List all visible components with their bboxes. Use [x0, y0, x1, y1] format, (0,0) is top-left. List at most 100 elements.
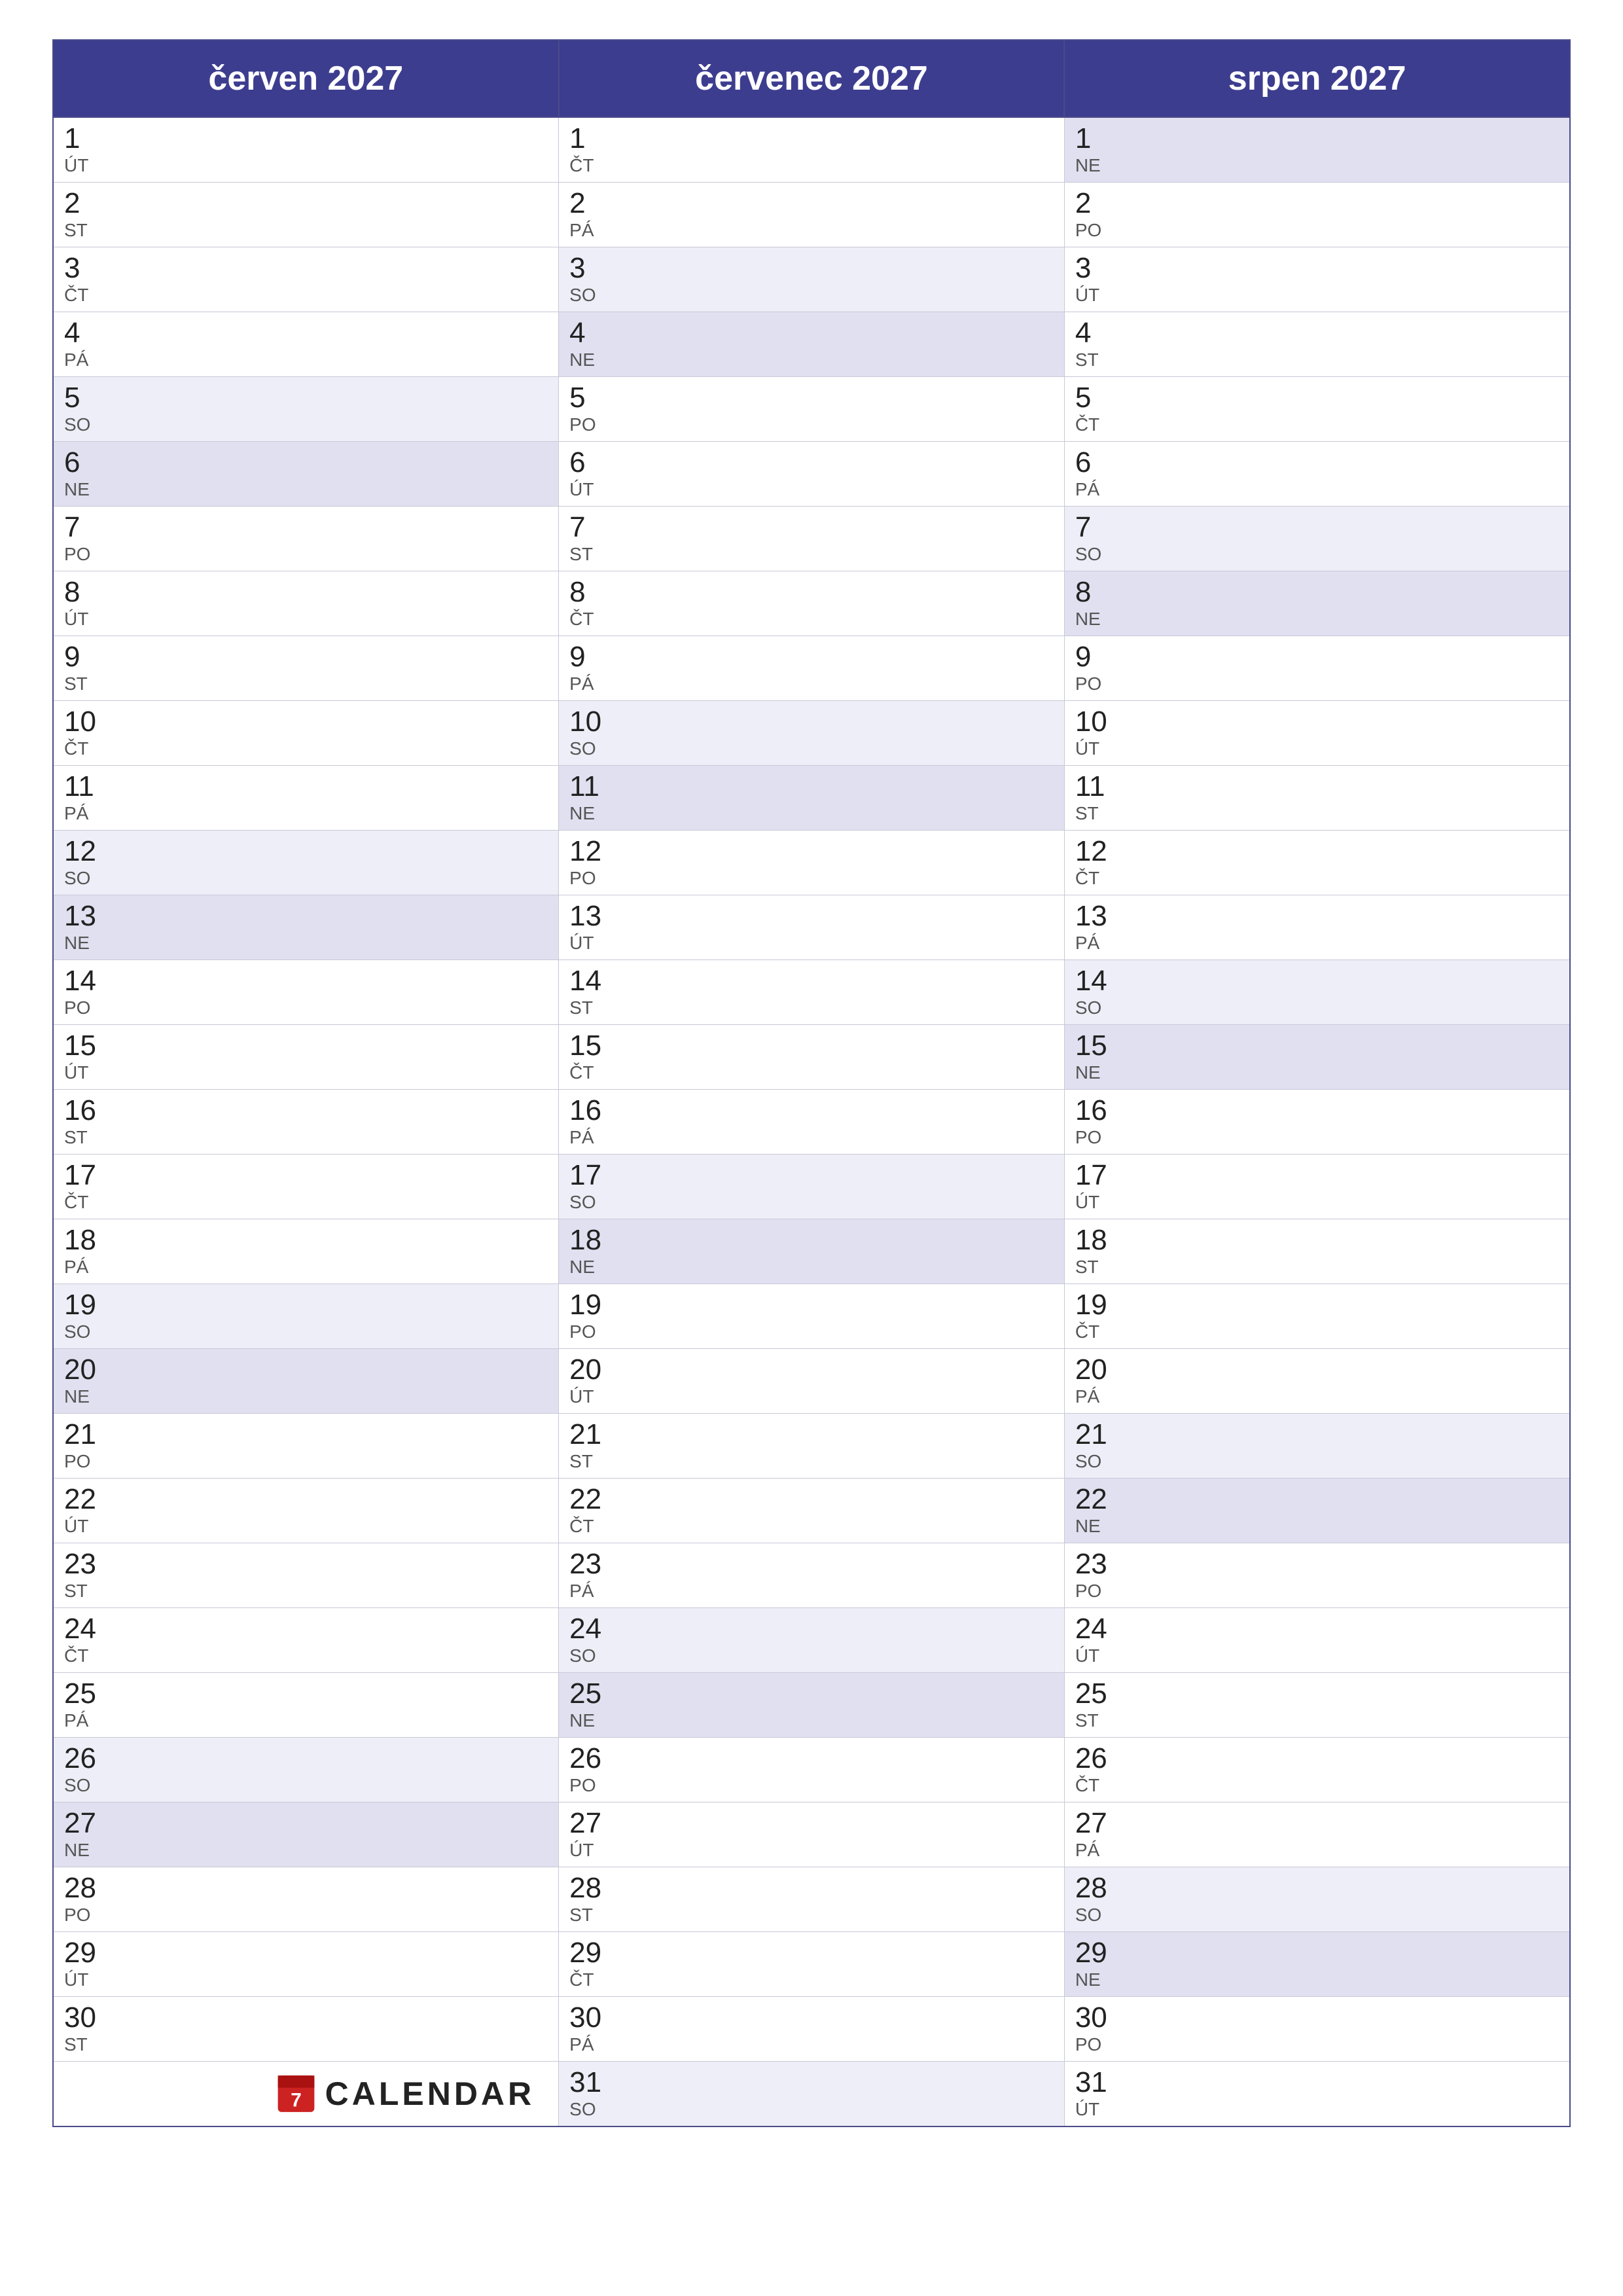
day-number: 29: [569, 1937, 1054, 1969]
day-number: 24: [569, 1613, 1054, 1645]
day-number: 2: [569, 188, 1054, 219]
day-name: SO: [1075, 1904, 1559, 1926]
day-number: 17: [64, 1160, 548, 1191]
day-cell-month0-day30: 30ST: [53, 1996, 559, 2061]
day-cell-month0-day3: 3ČT: [53, 247, 559, 312]
day-cell-month0-day22: 22ÚT: [53, 1478, 559, 1543]
day-row-9: 9ST9PÁ9PO: [53, 636, 1570, 700]
day-name: ČT: [64, 1645, 548, 1667]
day-number: 26: [64, 1743, 548, 1774]
day-cell-month1-day8: 8ČT: [559, 571, 1065, 636]
day-number: 19: [64, 1289, 548, 1321]
day-cell-month1-day19: 19PO: [559, 1283, 1065, 1348]
day-name: PÁ: [1075, 1386, 1559, 1408]
day-number: 16: [569, 1095, 1054, 1126]
day-name: SO: [569, 284, 1054, 306]
day-number: 21: [1075, 1419, 1559, 1450]
day-row-4: 4PÁ4NE4ST: [53, 312, 1570, 376]
day-name: PO: [64, 997, 548, 1019]
day-row-1: 1ÚT1ČT1NE: [53, 117, 1570, 182]
day-number: 24: [1075, 1613, 1559, 1645]
day-row-18: 18PÁ18NE18ST: [53, 1219, 1570, 1283]
day-number: 6: [569, 447, 1054, 478]
day-row-30: 30ST30PÁ30PO: [53, 1996, 1570, 2061]
day-name: PÁ: [1075, 932, 1559, 954]
day-number: 4: [1075, 317, 1559, 349]
day-cell-month2-day29: 29NE: [1064, 1931, 1570, 1996]
day-number: 30: [64, 2002, 548, 2034]
day-row-3: 3ČT3SO3ÚT: [53, 247, 1570, 312]
day-name: ÚT: [569, 1839, 1054, 1861]
day-name: PO: [64, 543, 548, 565]
day-name: SO: [64, 1774, 548, 1797]
day-name: ÚT: [64, 1969, 548, 1991]
day-number: 8: [1075, 577, 1559, 608]
day-cell-month0-day24: 24ČT: [53, 1607, 559, 1672]
day-name: ČT: [569, 1515, 1054, 1537]
day-name: ST: [1075, 1710, 1559, 1732]
day-name: ÚT: [1075, 1645, 1559, 1667]
day-number: 1: [64, 123, 548, 154]
day-cell-month1-day14: 14ST: [559, 960, 1065, 1024]
day-name: SO: [64, 867, 548, 889]
day-number: 15: [569, 1030, 1054, 1062]
day-name: ST: [1075, 802, 1559, 825]
day-number: 30: [1075, 2002, 1559, 2034]
day-name: ÚT: [64, 608, 548, 630]
day-cell-month1-day27: 27ÚT: [559, 1802, 1065, 1867]
day-cell-month0-day27: 27NE: [53, 1802, 559, 1867]
day-cell-month1-day29: 29ČT: [559, 1931, 1065, 1996]
day-cell-month0-day7: 7PO: [53, 506, 559, 571]
day-number: 10: [1075, 706, 1559, 738]
day-number: 14: [569, 965, 1054, 997]
day-cell-month1-day12: 12PO: [559, 830, 1065, 895]
day-number: 5: [1075, 382, 1559, 414]
day-name: ČT: [1075, 1774, 1559, 1797]
day-name: PO: [1075, 1580, 1559, 1602]
day-row-26: 26SO26PO26ČT: [53, 1737, 1570, 1802]
day-cell-month2-day13: 13PÁ: [1064, 895, 1570, 960]
day-name: ÚT: [64, 154, 548, 177]
day-cell-month1-day7: 7ST: [559, 506, 1065, 571]
day-cell-month0-day12: 12SO: [53, 830, 559, 895]
day-name: ÚT: [569, 932, 1054, 954]
day-name: ST: [1075, 349, 1559, 371]
day-cell-month1-day10: 10SO: [559, 700, 1065, 765]
day-row-20: 20NE20ÚT20PÁ: [53, 1348, 1570, 1413]
day-cell-month2-day3: 3ÚT: [1064, 247, 1570, 312]
svg-text:7: 7: [291, 2089, 302, 2111]
day-cell-month0-day17: 17ČT: [53, 1154, 559, 1219]
day-row-13: 13NE13ÚT13PÁ: [53, 895, 1570, 960]
day-number: 18: [1075, 1225, 1559, 1256]
day-cell-month2-day20: 20PÁ: [1064, 1348, 1570, 1413]
day-name: PO: [569, 867, 1054, 889]
day-name: PÁ: [64, 802, 548, 825]
day-name: ÚT: [1075, 1191, 1559, 1213]
day-name: PÁ: [569, 219, 1054, 242]
day-cell-month1-day5: 5PO: [559, 376, 1065, 441]
day-name: ČT: [1075, 414, 1559, 436]
day-name: ČT: [569, 608, 1054, 630]
day-number: 13: [1075, 901, 1559, 932]
day-number: 27: [64, 1808, 548, 1839]
day-name: NE: [569, 349, 1054, 371]
day-cell-month0-day13: 13NE: [53, 895, 559, 960]
day-name: NE: [569, 1710, 1054, 1732]
day-number: 27: [569, 1808, 1054, 1839]
day-cell-month0-day10: 10ČT: [53, 700, 559, 765]
day-number: 2: [64, 188, 548, 219]
day-cell-month2-day24: 24ÚT: [1064, 1607, 1570, 1672]
day-number: 13: [64, 901, 548, 932]
day-cell-month0-day11: 11PÁ: [53, 765, 559, 830]
day-number: 31: [1075, 2067, 1559, 2098]
day-cell-month2-day8: 8NE: [1064, 571, 1570, 636]
day-number: 18: [64, 1225, 548, 1256]
day-cell-month0-day18: 18PÁ: [53, 1219, 559, 1283]
day-number: 23: [64, 1549, 548, 1580]
day-number: 8: [64, 577, 548, 608]
day-row-14: 14PO14ST14SO: [53, 960, 1570, 1024]
day-cell-month2-day19: 19ČT: [1064, 1283, 1570, 1348]
day-cell-month1-day15: 15ČT: [559, 1024, 1065, 1089]
day-number: 22: [1075, 1484, 1559, 1515]
day-name: PO: [569, 1321, 1054, 1343]
